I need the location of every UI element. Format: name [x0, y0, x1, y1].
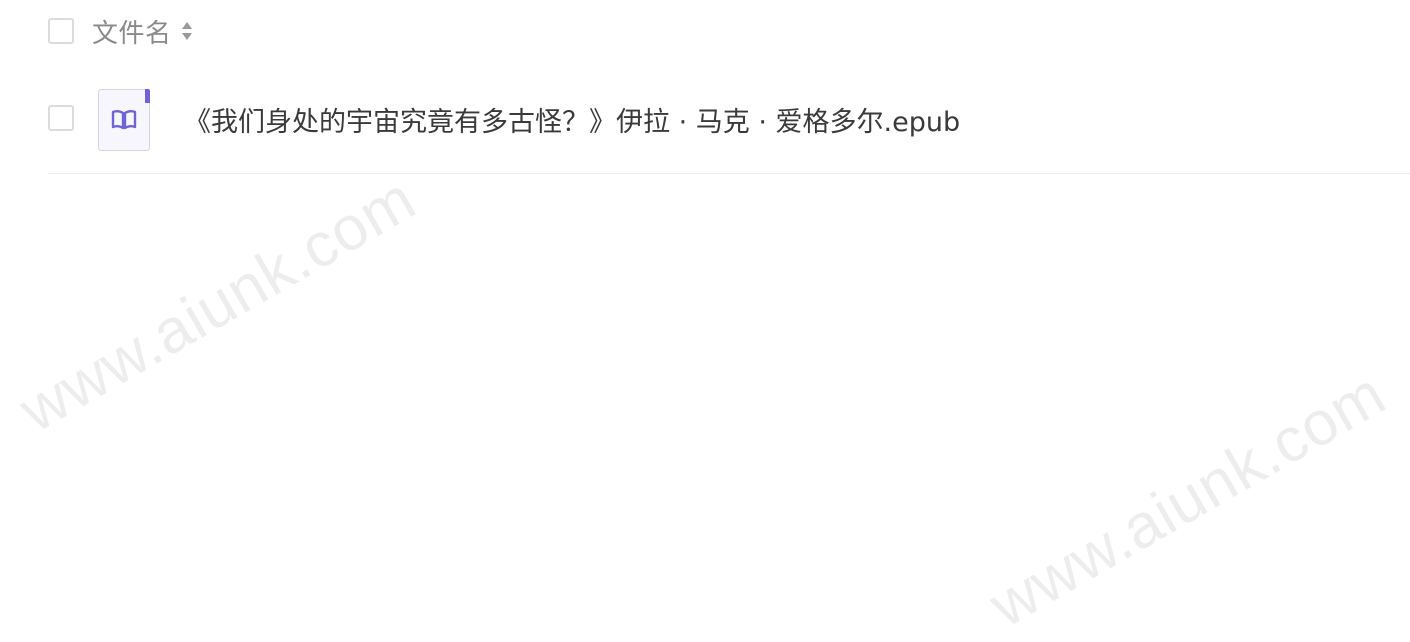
- watermark: www.aiunk.com: [978, 359, 1398, 641]
- row-checkbox[interactable]: [48, 105, 74, 131]
- select-all-checkbox[interactable]: [48, 18, 74, 44]
- watermark: www.aiunk.com: [8, 164, 428, 446]
- table-row[interactable]: 《我们身处的宇宙究竟有多古怪？》伊拉 · 马克 · 爱格多尔.epub: [48, 88, 1410, 174]
- file-name[interactable]: 《我们身处的宇宙究竟有多古怪？》伊拉 · 马克 · 爱格多尔.epub: [184, 100, 960, 139]
- column-header-filename[interactable]: 文件名: [92, 13, 172, 50]
- book-icon: [98, 89, 150, 151]
- table-header: 文件名: [48, 12, 194, 50]
- sort-icon[interactable]: [180, 18, 194, 44]
